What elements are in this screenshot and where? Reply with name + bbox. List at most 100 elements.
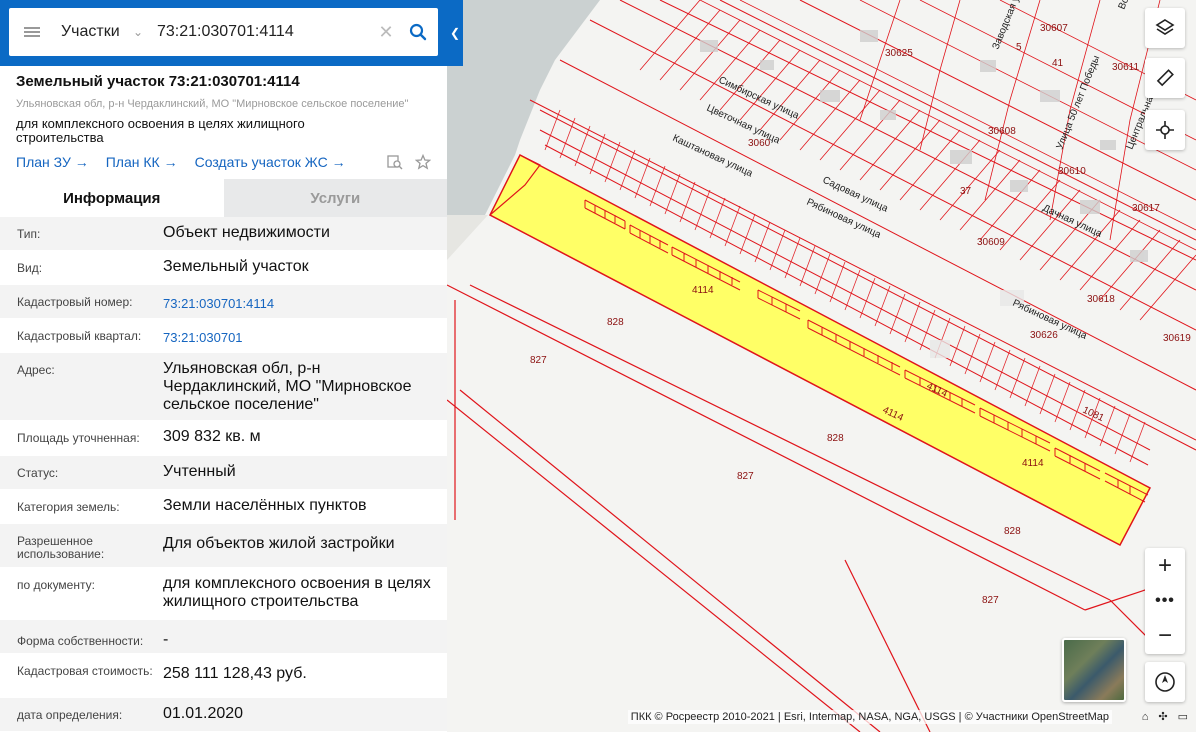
property-key: Кадастровый номер: <box>17 295 133 309</box>
cadastral-quarter-link[interactable]: 73:21:030701 <box>163 319 447 352</box>
svg-text:30617: 30617 <box>1132 203 1160 214</box>
chevron-down-icon: ⌄ <box>132 25 143 39</box>
property-key: Кадастровая стоимость: <box>17 664 153 678</box>
svg-text:30607: 30607 <box>1040 23 1068 34</box>
property-row: Категория земель: Земли населённых пункт… <box>0 490 447 524</box>
svg-text:30611: 30611 <box>1112 62 1140 73</box>
svg-text:827: 827 <box>530 355 547 366</box>
plan-kk-link[interactable]: План КК → <box>106 154 178 170</box>
cadastral-map-canvas[interactable]: 4114 4114 4114 4114 828 828 828 827 827 … <box>447 0 1196 732</box>
svg-text:30618: 30618 <box>1087 294 1115 305</box>
parcel-address-subtitle: Ульяновская обл, р-н Чердаклинский, МО "… <box>16 98 409 110</box>
more-button[interactable]: ••• <box>1145 583 1185 618</box>
property-value: - <box>163 631 169 648</box>
svg-text:37: 37 <box>960 186 972 197</box>
search-button[interactable] <box>398 23 438 41</box>
property-row: дата определения: 01.01.2020 <box>0 698 447 732</box>
collapse-panel-button[interactable]: ❮ <box>447 0 463 66</box>
property-row: Адрес: Ульяновская обл, р-н Чердаклински… <box>0 353 447 421</box>
map-label-4114: 4114 <box>692 285 714 296</box>
svg-text:30608: 30608 <box>988 126 1016 137</box>
search-document-icon[interactable] <box>387 154 403 170</box>
tab-bar: Информация Услуги <box>0 179 447 217</box>
search-layer-label: Участки <box>61 23 120 40</box>
search-bar: Участки ⌄ 73:21:030701:4114 ✕ <box>0 0 447 66</box>
svg-text:828: 828 <box>607 317 624 328</box>
property-row: Тип: Объект недвижимости <box>0 217 447 251</box>
map-attribution: ПКК © Росреестр 2010-2021 | Esri, Interm… <box>627 710 1112 724</box>
svg-text:30610: 30610 <box>1058 166 1086 177</box>
property-row: Кадастровый квартал: 73:21:030701 <box>0 319 447 353</box>
search-input[interactable]: 73:21:030701:4114 <box>155 23 374 41</box>
property-row: Кадастровая стоимость: 258 111 128,43 ру… <box>0 654 447 698</box>
property-value: Земли населённых пунктов <box>163 497 367 514</box>
compass-icon <box>1155 672 1175 692</box>
svg-text:Каштановая улица: Каштановая улица <box>671 133 755 180</box>
svg-text:828: 828 <box>827 433 844 444</box>
screen-icon[interactable]: ▭ <box>1178 711 1188 723</box>
svg-text:5: 5 <box>1016 42 1022 53</box>
property-row: Площадь уточненная: 309 832 кв. м <box>0 421 447 456</box>
compass-button[interactable] <box>1145 662 1185 702</box>
property-value: 309 832 кв. м <box>163 428 261 445</box>
zoom-in-button[interactable]: + <box>1145 548 1185 583</box>
measure-button[interactable] <box>1145 58 1185 98</box>
create-parcel-link[interactable]: Создать участок ЖС → <box>195 154 346 170</box>
locate-button[interactable] <box>1145 110 1185 150</box>
property-value: 258 111 128,43 руб. <box>163 665 307 682</box>
tab-info[interactable]: Информация <box>0 179 224 217</box>
property-key: Статус: <box>17 466 59 480</box>
property-key: Вид: <box>17 261 43 275</box>
property-key: Площадь уточненная: <box>17 431 140 445</box>
svg-text:30626: 30626 <box>1030 330 1058 341</box>
tab-services[interactable]: Услуги <box>223 179 447 217</box>
svg-text:827: 827 <box>737 471 754 482</box>
search-icon <box>409 23 427 41</box>
svg-text:30625: 30625 <box>885 48 913 59</box>
zoom-out-button[interactable]: − <box>1145 618 1185 653</box>
header-actions <box>387 154 431 170</box>
clear-search-icon[interactable]: ✕ <box>374 22 398 43</box>
chevron-left-icon: ❮ <box>449 26 461 40</box>
info-panel: Участки ⌄ 73:21:030701:4114 ✕ Земельный … <box>0 0 447 732</box>
property-value: для комплексного освоения в целях жилищн… <box>163 575 431 610</box>
property-row: Кадастровый номер: 73:21:030701:4114 <box>0 285 447 319</box>
layers-button[interactable] <box>1145 8 1185 48</box>
search-layer-select[interactable]: Участки ⌄ <box>55 23 155 41</box>
svg-text:Вол: Вол <box>1117 0 1134 11</box>
basemap-thumbnail[interactable] <box>1062 638 1126 702</box>
cadastral-number-link[interactable]: 73:21:030701:4114 <box>163 285 447 318</box>
zoom-controls: + ••• − <box>1145 548 1185 654</box>
svg-text:41: 41 <box>1052 58 1064 69</box>
map-footer-icons: ⌂ ✣ ▭ <box>1142 711 1188 723</box>
svg-text:4114: 4114 <box>1022 458 1044 469</box>
property-key: Категория земель: <box>17 500 120 514</box>
crosshair-icon <box>1156 121 1174 139</box>
property-key: Тип: <box>17 227 41 241</box>
property-key: дата определения: <box>17 708 123 722</box>
svg-text:1081: 1081 <box>1081 405 1106 425</box>
property-value: Учтенный <box>163 463 236 480</box>
layers-icon <box>1155 19 1175 35</box>
property-value: Ульяновская обл, р-н Чердаклинский, МО "… <box>163 360 412 413</box>
property-row: Вид: Земельный участок <box>0 251 447 285</box>
property-key: Форма собственности: <box>17 634 144 648</box>
plan-zu-link[interactable]: План ЗУ → <box>16 154 89 170</box>
map-view[interactable]: 4114 4114 4114 4114 828 828 828 827 827 … <box>447 0 1196 732</box>
parcel-purpose: для комплексного освоения в целях жилищн… <box>16 116 305 145</box>
property-value: Объект недвижимости <box>163 224 330 241</box>
ruler-icon <box>1156 69 1174 87</box>
svg-text:828: 828 <box>1004 526 1021 537</box>
svg-text:30619: 30619 <box>1163 333 1191 344</box>
property-key: Разрешенное использование: <box>17 534 105 561</box>
menu-button[interactable] <box>9 8 55 56</box>
page-title: Земельный участок 73:21:030701:4114 <box>16 73 300 90</box>
star-icon[interactable] <box>415 154 431 170</box>
target-icon[interactable]: ✣ <box>1158 711 1167 723</box>
property-value: Земельный участок <box>163 258 309 275</box>
parcel-header: Земельный участок 73:21:030701:4114 Улья… <box>0 66 447 171</box>
home-icon[interactable]: ⌂ <box>1142 711 1149 723</box>
property-value: 01.01.2020 <box>163 705 244 722</box>
property-row: Разрешенное использование: Для объектов … <box>0 524 447 568</box>
property-key: по документу: <box>17 578 95 592</box>
